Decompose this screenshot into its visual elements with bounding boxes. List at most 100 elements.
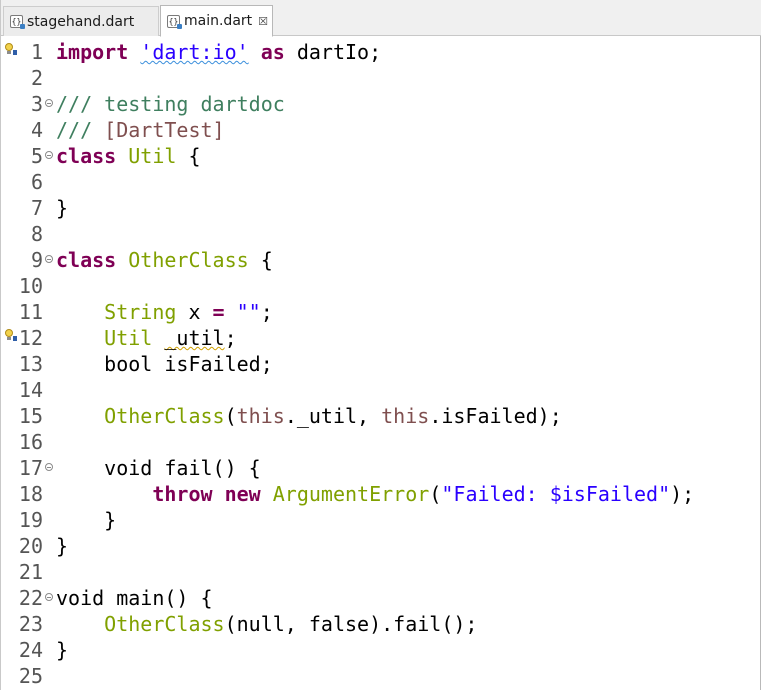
code-text: OtherClass(null, false).fail(); xyxy=(56,611,477,637)
code-text: /// [DartTest] xyxy=(56,117,225,143)
fold-toggle-icon[interactable] xyxy=(45,593,53,601)
line-number: 1 xyxy=(30,40,43,64)
code-token: = xyxy=(212,300,225,324)
code-token: (null, false).fail(); xyxy=(224,612,478,636)
code-text: /// testing dartdoc xyxy=(56,91,285,117)
code-text: import 'dart:io' as dartIo; xyxy=(56,39,381,65)
code-line[interactable]: 13 bool isFailed; xyxy=(1,351,760,377)
code-line[interactable]: 11 String x = ""; xyxy=(1,299,760,325)
close-icon[interactable]: ☒ xyxy=(258,15,268,28)
code-line[interactable]: 2 xyxy=(1,65,760,91)
warning-lightbulb-icon[interactable] xyxy=(5,43,17,56)
code-line[interactable]: 5 class Util { xyxy=(1,143,760,169)
line-number: 2 xyxy=(30,66,43,90)
fold-toggle-icon[interactable] xyxy=(45,99,53,107)
line-number: 23 xyxy=(18,612,43,636)
code-token: class xyxy=(56,144,117,168)
code-text: } xyxy=(56,637,68,663)
code-token: ; xyxy=(224,326,237,350)
code-line[interactable]: 19 } xyxy=(1,507,760,533)
code-line[interactable]: 25 xyxy=(1,663,760,689)
code-token: String xyxy=(104,300,177,324)
code-token: { xyxy=(248,248,273,272)
code-line[interactable]: 3 /// testing dartdoc xyxy=(1,91,760,117)
code-token: this xyxy=(236,404,285,428)
code-token: void main() { xyxy=(56,586,213,610)
dart-file-icon: {} xyxy=(10,15,25,29)
code-token: "Failed: $isFailed" xyxy=(441,482,671,506)
code-token: { xyxy=(176,144,201,168)
code-token: class xyxy=(56,248,117,272)
code-line[interactable]: 23 OtherClass(null, false).fail(); xyxy=(1,611,760,637)
code-token: OtherClass xyxy=(128,248,249,272)
code-token: this xyxy=(381,404,430,428)
dart-file-icon: {} xyxy=(167,14,182,29)
line-number: 25 xyxy=(18,664,43,688)
code-text: void fail() { xyxy=(56,455,261,481)
code-token: 'dart:io' xyxy=(140,40,249,64)
code-token: throw xyxy=(152,482,213,506)
fold-toggle-icon[interactable] xyxy=(45,255,53,263)
code-line[interactable]: 10 xyxy=(1,273,760,299)
code-text: } xyxy=(56,507,116,533)
code-token: [DartTest] xyxy=(104,118,225,142)
code-token: OtherClass xyxy=(104,404,225,428)
code-token: void fail() { xyxy=(56,456,261,480)
warning-lightbulb-icon[interactable] xyxy=(5,329,17,342)
code-token: ArgumentError xyxy=(272,482,430,506)
code-line[interactable]: 9 class OtherClass { xyxy=(1,247,760,273)
code-token: /// xyxy=(56,118,105,142)
code-line[interactable]: 14 xyxy=(1,377,760,403)
code-text: bool isFailed; xyxy=(56,351,273,377)
code-text: class OtherClass { xyxy=(56,247,273,273)
code-line[interactable]: 1 import 'dart:io' as dartIo; xyxy=(1,39,760,65)
code-line[interactable]: 6 xyxy=(1,169,760,195)
code-token: Util xyxy=(104,326,153,350)
code-line[interactable]: 15 OtherClass(this._util, this.isFailed)… xyxy=(1,403,760,429)
code-line[interactable]: 17 void fail() { xyxy=(1,455,760,481)
fold-toggle-icon[interactable] xyxy=(45,463,53,471)
tab-label: stagehand.dart xyxy=(27,13,135,30)
code-token: dartIo; xyxy=(284,40,382,64)
line-number: 6 xyxy=(30,170,43,194)
code-text: String x = ""; xyxy=(56,299,273,325)
code-line[interactable]: 18 throw new ArgumentError("Failed: $isF… xyxy=(1,481,760,507)
fold-toggle-icon[interactable] xyxy=(45,151,53,159)
line-number: 5 xyxy=(30,144,43,168)
code-line[interactable]: 4 /// [DartTest] xyxy=(1,117,760,143)
code-token: x xyxy=(176,300,213,324)
code-text: class Util { xyxy=(56,143,201,169)
code-line[interactable]: 22 void main() { xyxy=(1,585,760,611)
code-editor[interactable]: 1 import 'dart:io' as dartIo; 2 3 /// testin… xyxy=(1,37,760,690)
code-token: _util xyxy=(164,326,225,350)
code-line[interactable]: 12 Util _util; xyxy=(1,325,760,351)
code-line[interactable]: 16 xyxy=(1,429,760,455)
line-number: 16 xyxy=(18,430,43,454)
line-number: 12 xyxy=(18,326,43,350)
code-token: OtherClass xyxy=(104,612,225,636)
code-line[interactable]: 20} xyxy=(1,533,760,559)
code-line[interactable]: 24} xyxy=(1,637,760,663)
line-number: 24 xyxy=(18,638,43,662)
code-text: Util _util; xyxy=(56,325,237,351)
code-token: ( xyxy=(429,482,442,506)
code-text: throw new ArgumentError("Failed: $isFail… xyxy=(56,481,694,507)
code-token: Util xyxy=(128,144,177,168)
tab-main-dart[interactable]: {} main.dart ☒ xyxy=(160,5,273,37)
line-number: 20 xyxy=(18,534,43,558)
code-token: as xyxy=(260,40,285,64)
line-number: 17 xyxy=(18,456,43,480)
code-line[interactable]: 7} xyxy=(1,195,760,221)
dart-editor-window: {} stagehand.dart {} main.dart ☒ 1 import… xyxy=(0,0,761,690)
code-line[interactable]: 21 xyxy=(1,559,760,585)
code-line[interactable]: 8 xyxy=(1,221,760,247)
tab-stagehand-dart[interactable]: {} stagehand.dart xyxy=(3,6,159,36)
line-number: 8 xyxy=(30,222,43,246)
